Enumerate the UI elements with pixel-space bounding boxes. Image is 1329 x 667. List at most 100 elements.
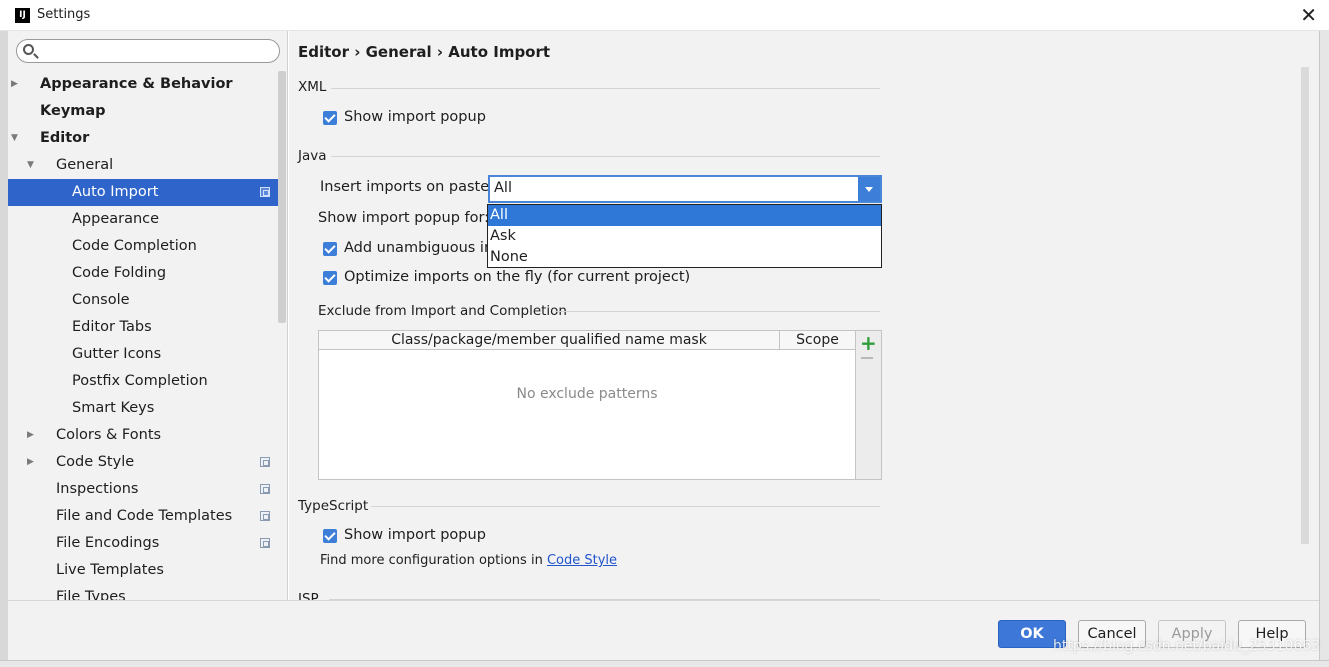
sidebar-item-label: Postfix Completion — [72, 373, 208, 389]
code-style-link[interactable]: Code Style — [547, 553, 617, 568]
ide-right-tool-strip — [1319, 30, 1329, 667]
sidebar-item-keymap[interactable]: Keymap — [8, 98, 278, 125]
settings-tree: ▶ Appearance & Behavior Keymap ▼ Editor ▼ Gene… — [8, 71, 278, 600]
section-divider — [331, 156, 880, 157]
sidebar-item-colors-fonts[interactable]: ▶ Colors & Fonts — [8, 422, 278, 449]
insert-imports-dropdown-list: All Ask None — [487, 204, 882, 268]
settings-sidebar: ▶ Appearance & Behavior Keymap ▼ Editor ▼ Gene… — [8, 31, 288, 600]
sidebar-item-label: File Types — [56, 589, 126, 600]
close-icon[interactable]: ✕ — [1300, 3, 1317, 27]
insert-imports-combobox[interactable]: All — [488, 175, 882, 203]
show-import-popup-for-label: Show import popup for: — [318, 210, 490, 226]
sidebar-item-smart-keys[interactable]: Smart Keys — [8, 395, 278, 422]
sidebar-item-inspections[interactable]: Inspections — [8, 476, 278, 503]
sidebar-item-label: File and Code Templates — [56, 508, 233, 524]
sidebar-scrollbar-thumb[interactable] — [278, 71, 286, 323]
breadcrumb: Editor › General › Auto Import — [298, 43, 551, 61]
sidebar-item-label: File Encodings — [56, 535, 160, 551]
sidebar-item-label: Keymap — [40, 103, 106, 119]
exclude-patterns-table[interactable]: Class/package/member qualified name mask… — [318, 330, 856, 480]
sidebar-item-appearance-behavior[interactable]: ▶ Appearance & Behavior — [8, 71, 278, 98]
project-scope-icon — [260, 538, 270, 548]
sidebar-item-file-and-code-templates[interactable]: File and Code Templates — [8, 503, 278, 530]
sidebar-item-label: Colors & Fonts — [56, 427, 162, 443]
project-scope-icon — [260, 187, 270, 197]
sidebar-item-code-completion[interactable]: Code Completion — [8, 233, 278, 260]
search-icon — [23, 44, 34, 55]
add-icon[interactable]: + — [860, 331, 877, 355]
add-unambiguous-imports-label[interactable]: Add unambiguous im — [344, 240, 498, 256]
column-header-scope[interactable]: Scope — [780, 331, 855, 350]
watermark-text: https://blog.csdn.net/baidu_25310663 — [1053, 638, 1321, 654]
ide-left-tool-strip — [0, 30, 8, 667]
dropdown-option-all[interactable]: All — [488, 205, 881, 226]
sidebar-item-label: Appearance — [72, 211, 160, 227]
insert-imports-value: All — [494, 180, 512, 196]
find-more-options-text: Find more configuration options in Code … — [320, 553, 617, 568]
ide-status-strip — [0, 660, 1329, 667]
column-header-name-mask[interactable]: Class/package/member qualified name mask — [319, 331, 780, 350]
dropdown-option-none[interactable]: None — [488, 247, 881, 268]
sidebar-item-label: Appearance & Behavior — [40, 76, 233, 92]
section-divider — [331, 88, 880, 89]
optimize-imports-checkbox[interactable] — [323, 271, 337, 285]
section-divider — [371, 506, 880, 507]
sidebar-item-editor[interactable]: ▼ Editor — [8, 125, 278, 152]
sidebar-item-label: Inspections — [56, 481, 139, 497]
expand-down-icon[interactable]: ▼ — [11, 125, 18, 152]
expand-right-icon[interactable]: ▶ — [27, 422, 34, 449]
title-bar: IJ Settings ✕ — [0, 0, 1329, 31]
sidebar-item-live-templates[interactable]: Live Templates — [8, 557, 278, 584]
sidebar-item-appearance[interactable]: Appearance — [8, 206, 278, 233]
sidebar-item-console[interactable]: Console — [8, 287, 278, 314]
sidebar-item-general[interactable]: ▼ General — [8, 152, 278, 179]
insert-imports-label: Insert imports on paste: — [320, 179, 495, 195]
settings-content-panel: Editor › General › Auto Import XML Show … — [289, 31, 1319, 600]
search-input[interactable] — [39, 42, 274, 60]
intellij-app-icon: IJ — [15, 8, 30, 23]
find-more-prefix: Find more configuration options in — [320, 553, 543, 568]
sidebar-item-label: Editor Tabs — [72, 319, 152, 335]
sidebar-item-auto-import[interactable]: Auto Import — [8, 179, 278, 206]
sidebar-item-postfix-completion[interactable]: Postfix Completion — [8, 368, 278, 395]
content-scrollbar-thumb[interactable] — [1301, 67, 1309, 544]
section-title-typescript: TypeScript — [298, 498, 369, 514]
add-unambiguous-imports-checkbox[interactable] — [323, 242, 337, 256]
section-title-xml: XML — [298, 79, 327, 95]
sidebar-item-label: General — [56, 157, 114, 173]
sidebar-item-label: Auto Import — [72, 184, 159, 200]
sidebar-item-editor-tabs[interactable]: Editor Tabs — [8, 314, 278, 341]
expand-right-icon[interactable]: ▶ — [11, 71, 18, 98]
section-divider — [555, 311, 880, 312]
section-title-jsp: JSP — [298, 591, 319, 600]
sidebar-item-file-encodings[interactable]: File Encodings — [8, 530, 278, 557]
xml-show-import-popup-label[interactable]: Show import popup — [344, 109, 486, 125]
project-scope-icon — [260, 484, 270, 494]
typescript-show-import-popup-label[interactable]: Show import popup — [344, 527, 486, 543]
sidebar-item-label: Live Templates — [56, 562, 164, 578]
sidebar-item-file-types[interactable]: File Types — [8, 584, 278, 600]
sidebar-item-code-folding[interactable]: Code Folding — [8, 260, 278, 287]
project-scope-icon — [260, 511, 270, 521]
chevron-down-icon[interactable] — [858, 177, 880, 201]
typescript-show-import-popup-checkbox[interactable] — [323, 529, 337, 543]
expand-right-icon[interactable]: ▶ — [27, 449, 34, 476]
project-scope-icon — [260, 457, 270, 467]
expand-down-icon[interactable]: ▼ — [27, 152, 34, 179]
sidebar-item-label: Gutter Icons — [72, 346, 162, 362]
sidebar-item-label: Code Completion — [72, 238, 197, 254]
sidebar-item-gutter-icons[interactable]: Gutter Icons — [8, 341, 278, 368]
optimize-imports-label[interactable]: Optimize imports on the fly (for current… — [344, 269, 690, 285]
xml-show-import-popup-checkbox[interactable] — [323, 111, 337, 125]
sidebar-item-code-style[interactable]: ▶ Code Style — [8, 449, 278, 476]
exclude-section-title: Exclude from Import and Completion — [318, 303, 567, 319]
remove-icon[interactable] — [861, 357, 873, 359]
settings-search-box[interactable] — [16, 39, 280, 63]
section-title-java: Java — [298, 148, 327, 164]
sidebar-item-label: Code Folding — [72, 265, 167, 281]
sidebar-item-label: Console — [72, 292, 130, 308]
sidebar-item-label: Code Style — [56, 454, 135, 470]
sidebar-item-label: Editor — [40, 130, 90, 146]
dropdown-option-ask[interactable]: Ask — [488, 226, 881, 247]
table-toolbar: + — [856, 330, 882, 480]
